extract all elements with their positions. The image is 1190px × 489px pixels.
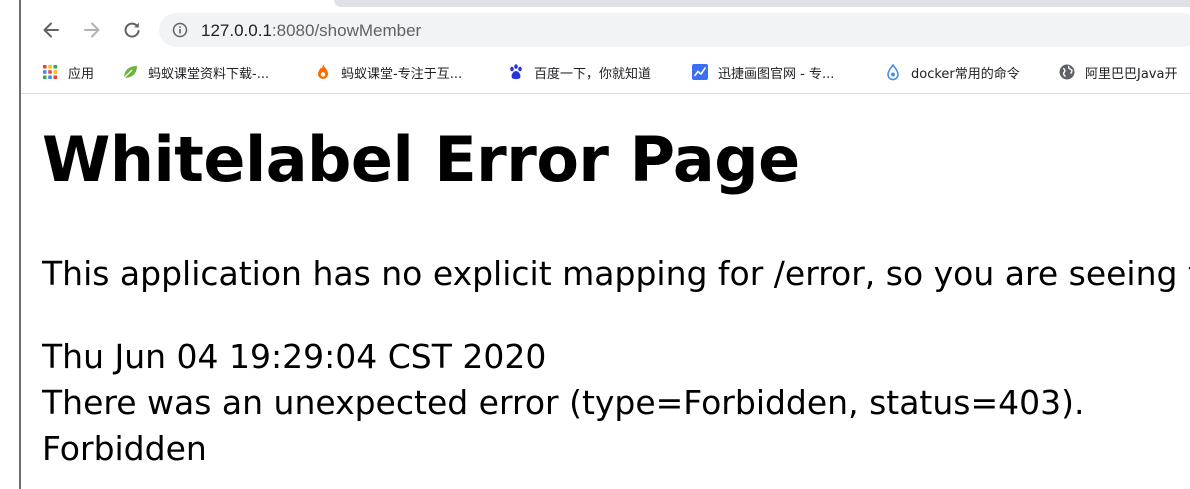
page-title: Whitelabel Error Page: [42, 123, 800, 196]
bookmark-label: 百度一下，你就知道: [534, 66, 652, 82]
flame-icon: [318, 64, 328, 79]
bookmarks-bar: 应用 蚂蚁课堂资料下载-... 蚂蚁课堂-专注于互... 百度一下，你就知道 迅…: [21, 56, 1190, 86]
arrow-left-icon: [43, 22, 59, 38]
tab-strip: [334, 0, 1190, 7]
browser-toolbar: 127.0.0.1:8080/showMember: [21, 9, 1190, 51]
error-reason: Forbidden: [42, 429, 207, 468]
bookmark-alibaba-java[interactable]: 阿里巴巴Java开: [1058, 61, 1177, 83]
browser-window: 127.0.0.1:8080/showMember 应用 蚂蚁课堂资料下载-..…: [0, 0, 1190, 489]
reload-icon: [124, 22, 140, 38]
error-details: Thu Jun 04 19:29:04 CST 2020 There was a…: [42, 334, 1084, 472]
chart-icon: [692, 64, 708, 80]
browser-chrome: 127.0.0.1:8080/showMember 应用 蚂蚁课堂资料下载-..…: [21, 0, 1190, 94]
globe-icon: [1059, 64, 1075, 80]
bookmark-label: 蚂蚁课堂-专注于互...: [341, 66, 463, 82]
error-description: There was an unexpected error (type=Forb…: [42, 383, 1085, 422]
url-text[interactable]: 127.0.0.1:8080/showMember: [201, 21, 421, 41]
leaf-icon: [123, 66, 137, 79]
bookmark-mayi-ketang[interactable]: 蚂蚁课堂-专注于互...: [314, 61, 462, 83]
bookmark-apps[interactable]: 应用: [41, 61, 94, 83]
url-path: :8080/showMember: [271, 21, 422, 40]
bookmark-label: 迅捷画图官网 - 专...: [718, 66, 835, 82]
info-icon[interactable]: [172, 22, 188, 38]
bookmark-mayi-download[interactable]: 蚂蚁课堂资料下载-...: [121, 61, 269, 83]
bookmark-label: 阿里巴巴Java开: [1085, 66, 1178, 82]
baidu-paw-icon: [510, 64, 522, 80]
error-timestamp: Thu Jun 04 19:29:04 CST 2020: [42, 337, 547, 376]
bookmark-label: docker常用的命令: [911, 66, 1020, 82]
bookmark-label: 蚂蚁课堂资料下载-...: [148, 66, 270, 82]
bookmark-baidu[interactable]: 百度一下，你就知道: [507, 61, 651, 83]
url-host: 127.0.0.1: [201, 21, 272, 40]
address-bar[interactable]: 127.0.0.1:8080/showMember: [159, 13, 1190, 47]
reload-button[interactable]: [119, 17, 145, 43]
bookmark-docker[interactable]: docker常用的命令: [884, 61, 1020, 83]
back-button[interactable]: [38, 17, 64, 43]
drop-icon: [887, 63, 899, 81]
forward-button[interactable]: [79, 17, 105, 43]
arrow-right-icon: [84, 22, 100, 38]
page-content: Whitelabel Error Page This application h…: [42, 94, 1190, 489]
bookmark-label: 应用: [68, 66, 95, 82]
window-edge: [0, 0, 21, 489]
apps-grid-icon: [43, 65, 57, 79]
bookmark-xunjie[interactable]: 迅捷画图官网 - 专...: [691, 61, 834, 83]
error-message: This application has no explicit mapping…: [42, 254, 1190, 293]
